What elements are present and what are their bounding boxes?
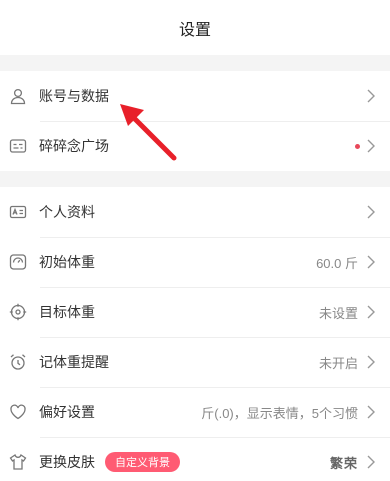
settings-item-label: 碎碎念广场 [39,138,109,154]
settings-item-skin[interactable]: 更换皮肤 自定义背景 繁荣 [0,437,390,481]
settings-item-square[interactable]: 碎碎念广场 [0,121,390,171]
settings-group-1: 账号与数据 碎碎念广场 [0,71,390,171]
chevron-right-icon [366,255,376,269]
target-icon [9,303,27,321]
skin-preview: 繁荣 [329,455,358,471]
chevron-right-icon [366,305,376,319]
chevron-right-icon [366,455,376,469]
settings-item-initial-weight[interactable]: 初始体重 60.0 斤 [0,237,390,287]
settings-item-label: 个人资料 [39,204,95,220]
page-title: 设置 [178,21,211,39]
settings-item-target-weight[interactable]: 目标体重 未设置 [0,287,390,337]
id-card-icon [9,203,27,221]
heart-icon [9,403,27,421]
notification-dot [355,143,360,149]
settings-item-label: 账号与数据 [39,88,109,104]
user-icon [9,87,27,105]
chevron-right-icon [366,355,376,369]
chat-icon [9,137,27,155]
alarm-icon [9,353,27,371]
settings-item-label: 初始体重 [39,254,95,270]
scale-icon [9,253,27,271]
settings-item-profile[interactable]: 个人资料 [0,187,390,237]
settings-item-label: 偏好设置 [39,404,95,420]
settings-item-account[interactable]: 账号与数据 [0,71,390,121]
chevron-right-icon [366,139,376,153]
settings-item-value: 斤(.0)，显示表情，5个习惯 [201,405,358,421]
settings-group-2: 个人资料 初始体重 60.0 斤 目标体重 未设置 记体重提醒 未开启 偏好设置… [0,187,390,481]
custom-background-badge: 自定义背景 [105,452,180,472]
settings-item-reminder[interactable]: 记体重提醒 未开启 [0,337,390,387]
settings-item-label: 更换皮肤 [39,454,95,470]
shirt-icon [9,453,27,471]
settings-item-label: 目标体重 [39,304,95,320]
settings-item-label: 记体重提醒 [39,354,109,370]
section-gap [0,171,390,187]
settings-item-value: 未设置 [318,305,358,321]
chevron-right-icon [366,205,376,219]
settings-item-preferences[interactable]: 偏好设置 斤(.0)，显示表情，5个习惯 [0,387,390,437]
chevron-right-icon [366,89,376,103]
chevron-right-icon [366,405,376,419]
settings-item-value: 60.0 斤 [316,255,358,271]
header: 设置 [0,0,390,55]
settings-item-value: 未开启 [318,355,358,371]
section-gap [0,55,390,71]
